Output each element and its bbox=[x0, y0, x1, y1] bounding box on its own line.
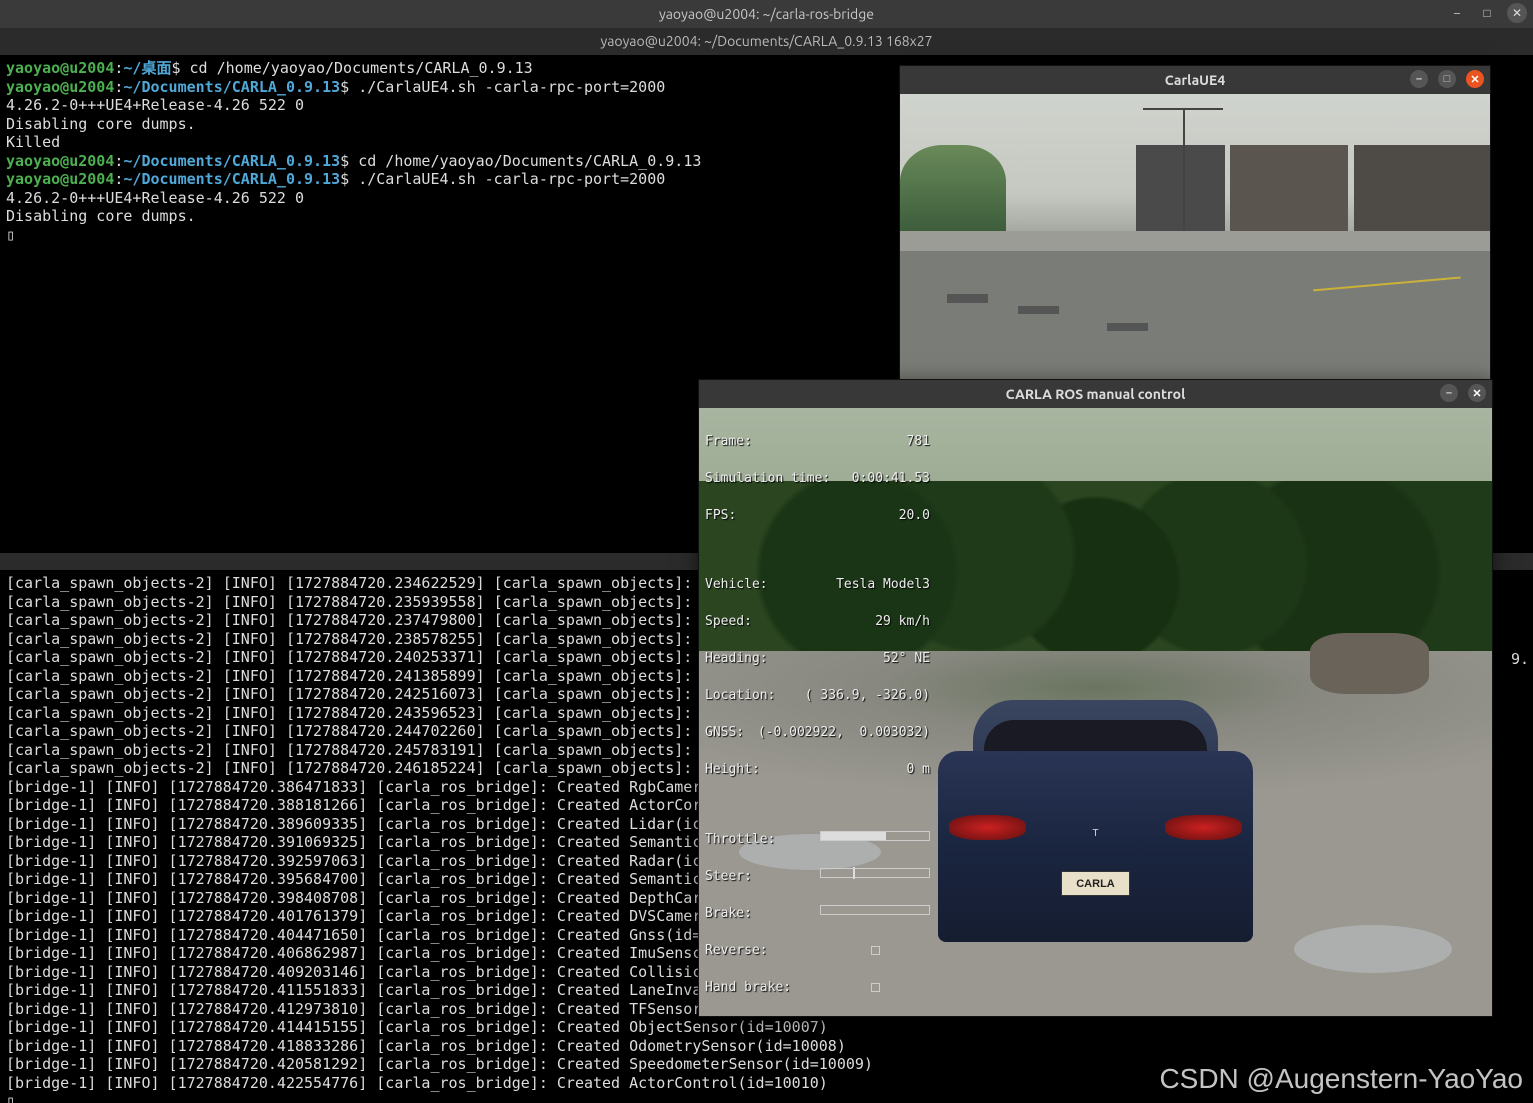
carlaue4-titlebar[interactable]: CarlaUE4 – □ ✕ bbox=[900, 66, 1490, 94]
reverse-check bbox=[871, 946, 880, 955]
manual-control-viewport[interactable]: T CARLA Frame:781 Simulation time:0:00:4… bbox=[699, 408, 1492, 1016]
main-window-titlebar: yaoyao@u2004: ~/carla-ros-bridge – □ ✕ bbox=[0, 0, 1533, 28]
license-plate: CARLA bbox=[1061, 871, 1131, 897]
manual-control-window[interactable]: CARLA ROS manual control – ✕ T CARLA Fra… bbox=[698, 379, 1493, 1017]
brake-bar bbox=[820, 905, 930, 915]
manual-control-titlebar[interactable]: CARLA ROS manual control – ✕ bbox=[699, 380, 1492, 408]
manual-control-title: CARLA ROS manual control bbox=[1006, 386, 1186, 402]
maximize-button[interactable]: □ bbox=[1438, 70, 1456, 88]
close-button[interactable]: ✕ bbox=[1507, 3, 1527, 23]
minimize-button[interactable]: – bbox=[1447, 3, 1467, 23]
handbrake-check bbox=[871, 983, 880, 992]
carlaue4-window[interactable]: CarlaUE4 – □ ✕ bbox=[899, 65, 1491, 381]
close-button[interactable]: ✕ bbox=[1466, 70, 1484, 88]
minimize-button[interactable]: – bbox=[1440, 384, 1458, 402]
minimize-button[interactable]: – bbox=[1410, 70, 1428, 88]
carlaue4-viewport[interactable] bbox=[900, 94, 1490, 380]
steer-bar bbox=[820, 868, 930, 878]
close-button[interactable]: ✕ bbox=[1468, 384, 1486, 402]
main-window-title: yaoyao@u2004: ~/carla-ros-bridge bbox=[659, 6, 874, 22]
hud-overlay: Frame:781 Simulation time:0:00:41.53 FPS… bbox=[705, 414, 930, 1016]
throttle-bar bbox=[820, 831, 930, 841]
overflow-text: 9. bbox=[1511, 650, 1529, 668]
carlaue4-title: CarlaUE4 bbox=[1165, 72, 1225, 88]
terminal-tab-top[interactable]: yaoyao@u2004: ~/Documents/CARLA_0.9.13 1… bbox=[0, 33, 1533, 55]
ego-vehicle: T CARLA bbox=[921, 700, 1270, 955]
maximize-button[interactable]: □ bbox=[1477, 3, 1497, 23]
